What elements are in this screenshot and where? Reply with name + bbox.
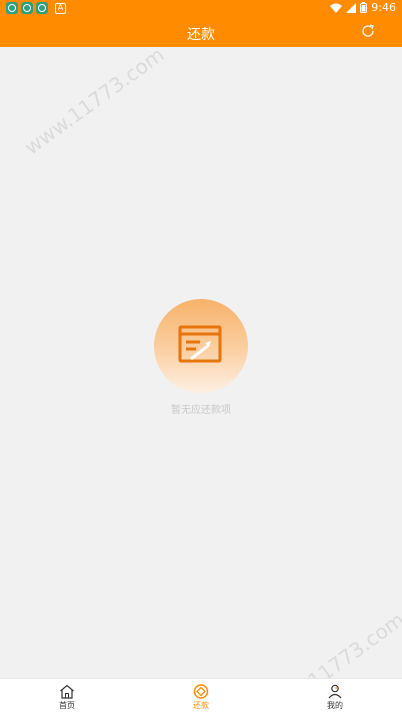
page-title: 还款 <box>187 27 215 43</box>
tab-home[interactable]: 首页 <box>0 679 134 716</box>
signal-icon <box>346 2 357 13</box>
tab-mine[interactable]: 我的 <box>268 679 402 716</box>
empty-state-message: 暂无应还款项 <box>171 405 231 416</box>
status-time: 9:46 <box>371 1 396 14</box>
status-left-icons: A <box>6 2 66 14</box>
battery-icon <box>360 2 368 13</box>
repay-icon <box>193 684 209 699</box>
status-right-icons: 9:46 <box>330 1 396 14</box>
tab-home-label: 首页 <box>59 701 75 710</box>
tab-repay[interactable]: 还款 <box>134 679 268 716</box>
wifi-icon <box>330 3 343 13</box>
app-notification-icon <box>36 2 48 14</box>
refresh-icon[interactable] <box>360 23 376 39</box>
home-icon <box>60 684 74 699</box>
tab-mine-label: 我的 <box>327 701 343 710</box>
empty-state-illustration <box>154 299 248 393</box>
document-edit-icon <box>178 325 222 363</box>
app-notification-icon <box>6 2 18 14</box>
person-icon <box>328 684 342 699</box>
nav-bar: 还款 <box>0 17 402 47</box>
main-content: 暂无应还款项 <box>0 47 402 678</box>
tab-repay-label: 还款 <box>193 701 209 710</box>
bottom-tab-bar: 首页 还款 我的 <box>0 678 402 716</box>
status-bar: A 9:46 <box>0 0 402 17</box>
app-notification-icon <box>21 2 33 14</box>
a-notification-icon: A <box>55 3 66 14</box>
